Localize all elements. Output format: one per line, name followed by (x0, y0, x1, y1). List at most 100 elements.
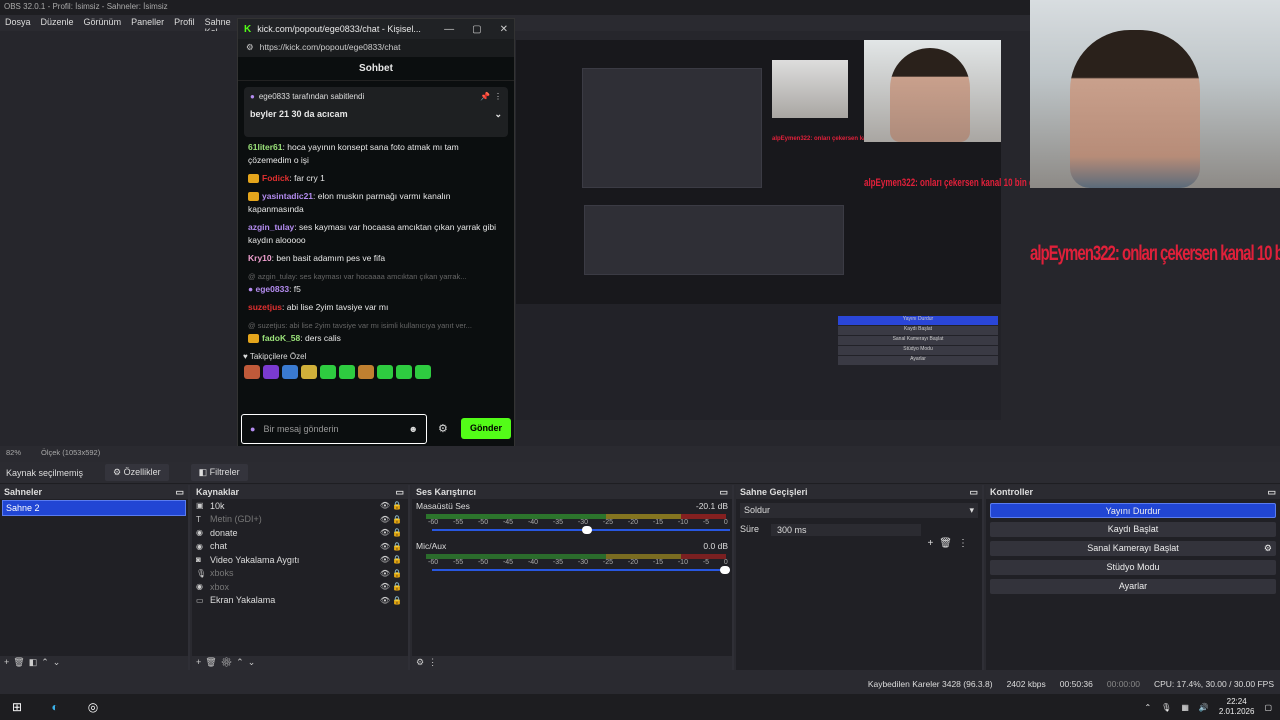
gear-icon[interactable]: ⚙ (416, 657, 428, 667)
emoji-icon[interactable]: ☻ (409, 424, 418, 434)
more-icon[interactable]: ⋮ (428, 657, 441, 667)
duration-input[interactable]: 300 ms (771, 524, 922, 536)
chat-input-placeholder[interactable]: Bir mesaj gönderin (263, 424, 400, 434)
properties-button[interactable]: ⚙ Özellikler (105, 464, 169, 481)
menu-docks[interactable]: Paneller (131, 17, 164, 29)
menu-profile[interactable]: Profil (174, 17, 195, 29)
minimize-icon[interactable]: — (444, 24, 454, 35)
chat-username[interactable]: 61liter61 (248, 142, 283, 152)
menu-view[interactable]: Görünüm (84, 17, 122, 29)
up-icon[interactable]: ⌃ (236, 657, 248, 667)
maximize-icon[interactable]: ▢ (472, 24, 481, 35)
pinned-message[interactable]: ● ege0833 tarafından sabitlendi 📌 ⋮ beyl… (244, 87, 508, 137)
chat-username[interactable]: ege0833 (256, 284, 290, 294)
obs-icon[interactable]: ◎ (84, 698, 102, 716)
lock-icon[interactable]: 🔒 (392, 501, 404, 510)
dock-menu-icon[interactable]: ▭ (395, 487, 404, 497)
chat-username[interactable]: Kry10 (248, 253, 272, 263)
eye-icon[interactable]: 👁 (380, 582, 392, 591)
chat-username[interactable]: yasintadic21 (262, 191, 313, 201)
eye-icon[interactable]: 👁 (380, 596, 392, 605)
dock-menu-icon[interactable]: ▭ (969, 487, 978, 497)
emote-icon[interactable] (282, 365, 298, 379)
source-item[interactable]: ▣ 10k 👁🔒 (192, 499, 408, 513)
settings-button[interactable]: Ayarlar (990, 579, 1276, 594)
notification-icon[interactable]: ▢ (1264, 703, 1272, 712)
lock-icon[interactable]: 🔒 (392, 569, 404, 578)
lock-icon[interactable]: 🔒 (392, 528, 404, 537)
menu-scene-collection[interactable]: Sahne Kol (205, 17, 235, 37)
emote-icon[interactable] (415, 365, 431, 379)
more-icon[interactable]: ⋮ (958, 538, 974, 549)
stop-stream-button[interactable]: Yayını Durdur (990, 503, 1276, 518)
gear-icon[interactable]: ⚙ (221, 657, 236, 667)
emote-icon[interactable] (244, 365, 260, 379)
gear-icon[interactable]: ⚙ (438, 422, 448, 435)
send-button[interactable]: Gönder (461, 418, 511, 439)
scene-item[interactable]: Sahne 2 (2, 500, 186, 516)
chevron-down-icon[interactable]: ⌄ (494, 109, 502, 120)
dock-menu-icon[interactable]: ▭ (719, 487, 728, 497)
eye-icon[interactable]: 👁 (380, 501, 392, 510)
source-item[interactable]: ▭ Ekran Yakalama 👁🔒 (192, 594, 408, 608)
source-item[interactable]: ◙ Video Yakalama Aygıtı 👁🔒 (192, 553, 408, 567)
chat-username[interactable]: suzetjus (248, 302, 282, 312)
edge-icon[interactable]: ◐ (46, 698, 64, 716)
studio-mode-button[interactable]: Stüdyo Modu (990, 560, 1276, 575)
lock-icon[interactable]: 🔒 (392, 582, 404, 591)
lock-icon[interactable]: 🔒 (392, 596, 404, 605)
up-icon[interactable]: ⌃ (41, 657, 53, 667)
virtual-camera-button[interactable]: Sanal Kamerayı Başlat ⚙ (990, 541, 1276, 556)
add-icon[interactable]: + (4, 657, 13, 667)
url-text[interactable]: https://kick.com/popout/ege0833/chat (260, 42, 401, 54)
eye-icon[interactable]: 👁 (380, 542, 392, 551)
start-recording-button[interactable]: Kaydı Başlat (990, 522, 1276, 537)
eye-icon[interactable]: 👁 (380, 569, 392, 578)
emote-icon[interactable] (358, 365, 374, 379)
transition-select[interactable]: Soldur ▾ (740, 503, 978, 518)
slider-knob[interactable] (581, 526, 592, 534)
scale-label[interactable]: Ölçek (1053x592) (41, 448, 100, 458)
mic-icon[interactable]: 🎙 (1161, 703, 1171, 712)
filters-button[interactable]: ◧ Filtreler (190, 464, 248, 481)
gear-icon[interactable]: ⚙ (1264, 541, 1272, 556)
network-icon[interactable]: ▦ (1181, 703, 1189, 712)
emote-icon[interactable] (339, 365, 355, 379)
volume-icon[interactable]: 🔊 (1199, 703, 1209, 712)
delete-icon[interactable]: 🗑 (13, 657, 28, 667)
eye-icon[interactable]: 👁 (380, 555, 392, 564)
emote-icon[interactable] (301, 365, 317, 379)
volume-slider[interactable] (432, 566, 730, 574)
lock-icon[interactable]: 🔒 (392, 555, 404, 564)
chat-username[interactable]: Fodick (262, 173, 289, 183)
emote-icon[interactable] (320, 365, 336, 379)
down-icon[interactable]: ⌄ (248, 657, 260, 667)
emote-icon[interactable] (263, 365, 279, 379)
site-info-icon[interactable]: ⚙ (246, 42, 254, 54)
chevron-up-icon[interactable]: ⌃ (1144, 703, 1151, 712)
lock-icon[interactable]: 🔒 (392, 515, 404, 524)
menu-edit[interactable]: Düzenle (41, 17, 74, 29)
windows-start-icon[interactable]: ⊞ (8, 698, 26, 716)
slider-knob[interactable] (720, 566, 730, 574)
volume-slider[interactable] (432, 526, 730, 534)
url-bar[interactable]: ⚙ https://kick.com/popout/ege0833/chat (238, 39, 514, 57)
zoom-level[interactable]: 82% (6, 448, 21, 458)
dock-menu-icon[interactable]: ▭ (1267, 487, 1276, 497)
down-icon[interactable]: ⌄ (53, 657, 65, 667)
add-icon[interactable]: + (927, 538, 939, 549)
chat-username[interactable]: fadoK_58 (262, 333, 300, 343)
emote-icon[interactable] (377, 365, 393, 379)
chat-message-input[interactable]: ● Bir mesaj gönderin ☻ (241, 414, 427, 444)
more-icon[interactable]: ⋮ (494, 92, 502, 101)
emote-icon[interactable] (396, 365, 412, 379)
menu-file[interactable]: Dosya (5, 17, 31, 29)
eye-icon[interactable]: 👁 (380, 528, 392, 537)
delete-icon[interactable]: 🗑 (939, 538, 958, 549)
pin-icon[interactable]: 📌 (480, 92, 490, 101)
source-item[interactable]: ◉ xbox 👁🔒 (192, 580, 408, 594)
source-item[interactable]: T Metin (GDI+) 👁🔒 (192, 513, 408, 527)
source-item[interactable]: 🎙 xboks 👁🔒 (192, 567, 408, 581)
filter-icon[interactable]: ◧ (29, 657, 42, 667)
source-item[interactable]: ◉ donate 👁🔒 (192, 526, 408, 540)
